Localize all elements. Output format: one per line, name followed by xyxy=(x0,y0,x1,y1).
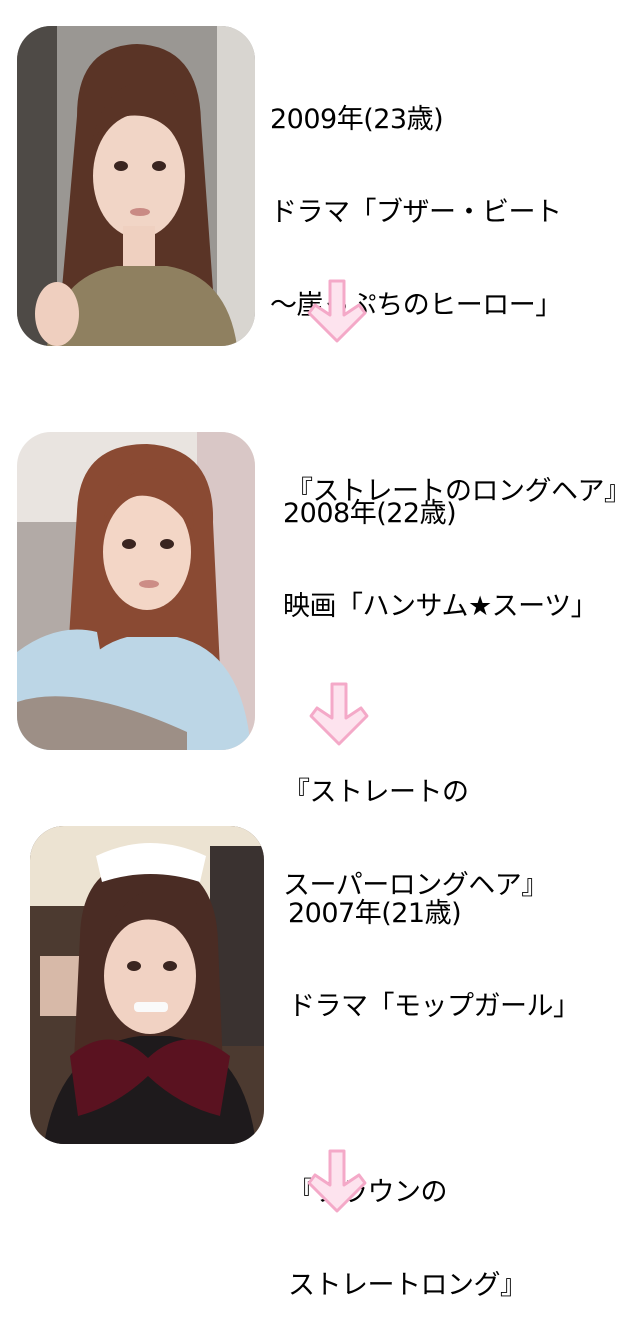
entry-title: ドラマ「ブザー・ビート xyxy=(270,197,562,228)
entry-hairstyle-cont: ストレートロング』 xyxy=(288,1270,527,1301)
entry-hairstyle: 『ストレートの xyxy=(283,777,469,808)
entry-year: 2007年(21歳) xyxy=(288,898,462,929)
down-arrow-icon xyxy=(307,680,371,750)
down-arrow-icon xyxy=(305,1147,369,1217)
entry-year: 2009年(23歳) xyxy=(270,104,444,135)
entry-title: 映画「ハンサム★スーツ」 xyxy=(283,591,598,622)
down-arrow-icon xyxy=(305,277,369,347)
actress-photo-2007 xyxy=(30,826,264,1144)
entry-year: 2008年(22歳) xyxy=(283,498,457,529)
entry-text-2007: 2007年(21歳) ドラマ「モップガール」 『ブラウンの ストレートロング』 xyxy=(288,836,580,1332)
actress-photo-2008 xyxy=(17,432,255,750)
entry-title: ドラマ「モップガール」 xyxy=(288,991,580,1022)
actress-photo-2009 xyxy=(17,26,255,346)
